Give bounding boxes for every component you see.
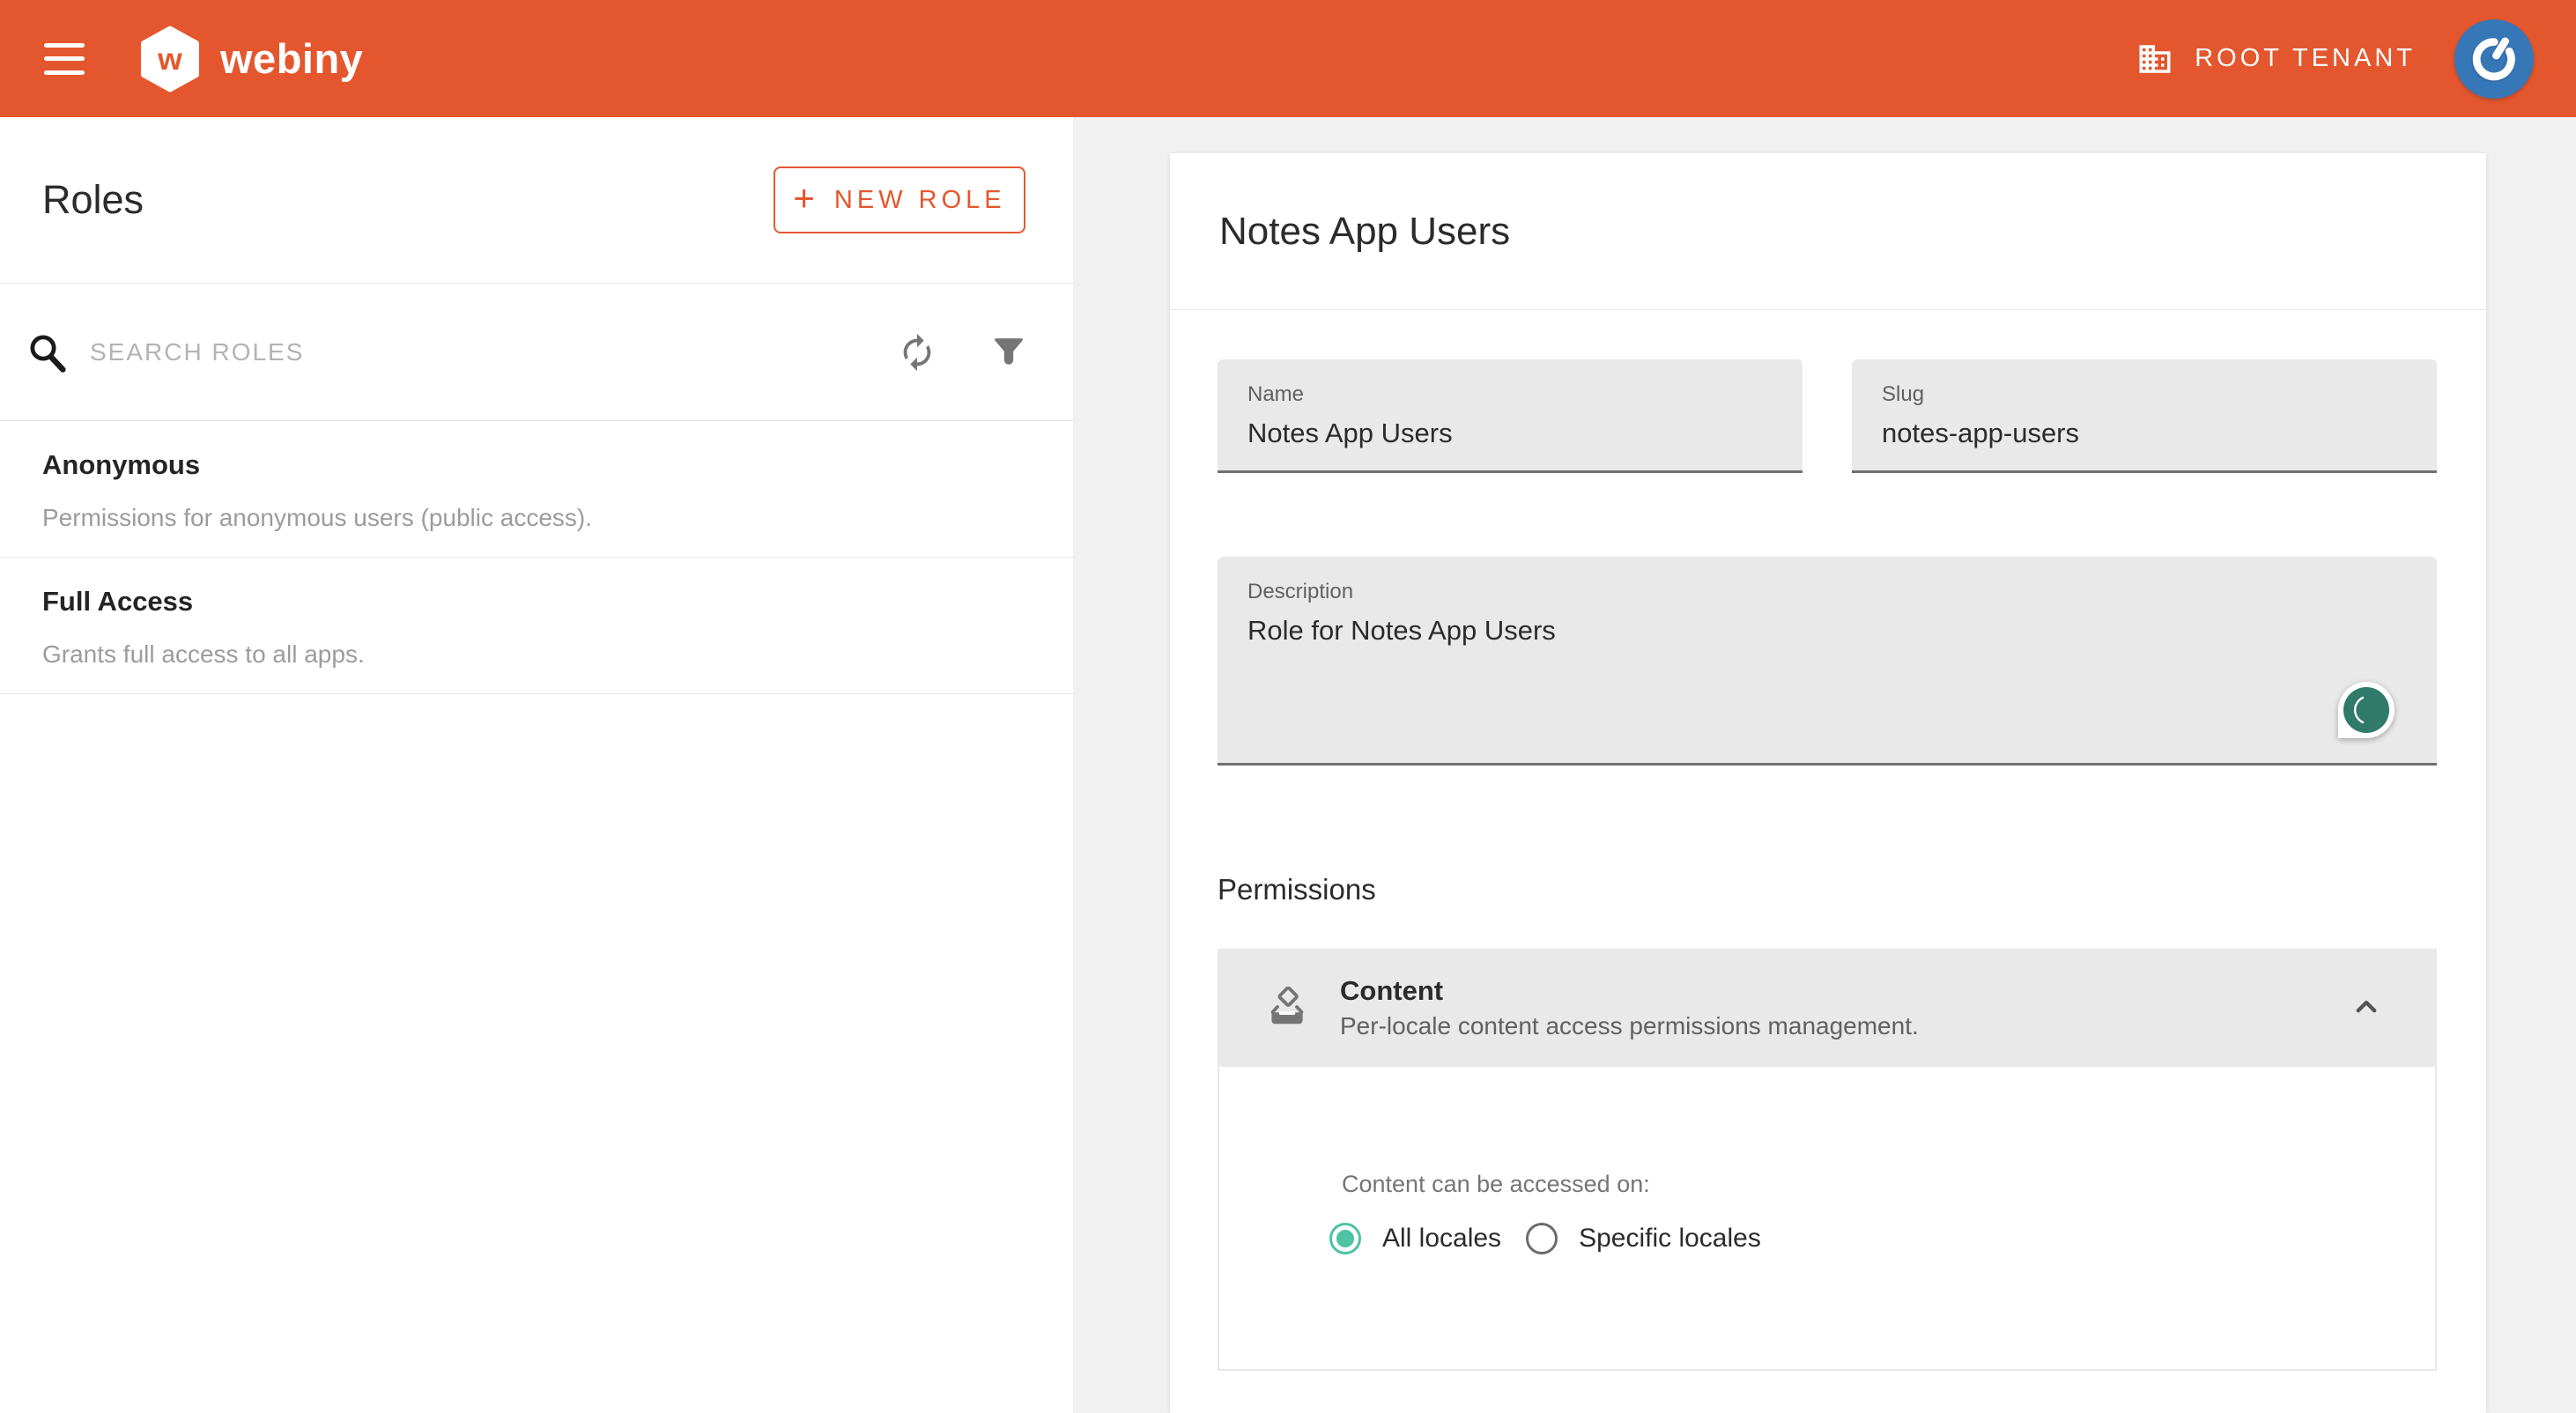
slug-field-label: Slug — [1882, 382, 2407, 407]
tenant-label: ROOT TENANT — [2195, 44, 2416, 73]
permissions-heading: Permissions — [1218, 873, 2437, 906]
search-icon — [25, 329, 70, 375]
role-detail-header: Notes App Users — [1170, 153, 2486, 310]
filter-button[interactable] — [988, 332, 1029, 373]
role-list-item-full-access[interactable]: Full Access Grants full access to all ap… — [0, 558, 1073, 694]
collapse-section-button[interactable] — [2349, 989, 2384, 1027]
name-field[interactable]: Name — [1218, 359, 1802, 473]
slug-input[interactable] — [1882, 418, 2407, 449]
roles-list-panel: Roles + NEW ROLE — [0, 117, 1073, 1413]
building-icon — [2136, 41, 2173, 78]
radio-specific-locales-label: Specific locales — [1579, 1224, 1761, 1254]
app-root: w webiny ROOT TENANT Roles + NEW ROLE — [0, 0, 2576, 1413]
role-detail-card: Notes App Users Name Slug Description Ro… — [1170, 153, 2486, 1413]
chevron-up-icon — [2349, 989, 2384, 1025]
radio-specific-locales-circle — [1526, 1223, 1558, 1254]
new-role-button[interactable]: + NEW ROLE — [774, 166, 1025, 233]
content-section-title: Content — [1340, 975, 1919, 1007]
role-description: Grants full access to all apps. — [42, 640, 1031, 669]
locale-access-radio-group: All locales Specific locales — [1329, 1223, 2435, 1254]
search-input[interactable] — [90, 338, 897, 366]
svg-text:w: w — [157, 41, 182, 76]
plus-icon: + — [793, 180, 815, 217]
radio-all-locales[interactable]: All locales — [1329, 1223, 1501, 1254]
roles-list: Anonymous Permissions for anonymous user… — [0, 421, 1073, 694]
page-title: Roles — [42, 177, 144, 223]
tenant-selector[interactable]: ROOT TENANT — [2136, 41, 2416, 78]
power-icon — [2456, 21, 2531, 96]
role-name: Full Access — [42, 586, 1031, 618]
content-section-subtitle: Per-locale content access permissions ma… — [1340, 1012, 1919, 1040]
search-bar — [0, 284, 1073, 421]
refresh-icon — [897, 332, 937, 373]
content-permissions-accordion: Content Per-locale content access permis… — [1218, 949, 2437, 1371]
slug-field[interactable]: Slug — [1852, 359, 2437, 473]
radio-specific-locales[interactable]: Specific locales — [1526, 1223, 1761, 1254]
role-detail-title: Notes App Users — [1219, 210, 1510, 254]
content-ballot-icon — [1266, 987, 1308, 1029]
filter-icon — [988, 332, 1029, 373]
description-field[interactable]: Description Role for Notes App Users — [1218, 557, 2437, 766]
role-description: Permissions for anonymous users (public … — [42, 504, 1031, 532]
roles-panel-header: Roles + NEW ROLE — [0, 117, 1073, 284]
name-field-label: Name — [1247, 382, 1773, 407]
presence-cursor-arc — [2343, 687, 2389, 733]
brand-wordmark: webiny — [220, 34, 363, 83]
role-list-item-anonymous[interactable]: Anonymous Permissions for anonymous user… — [0, 421, 1073, 558]
role-form: Name Slug Description Role for Notes App… — [1170, 310, 2486, 1371]
name-input[interactable] — [1247, 418, 1773, 449]
webiny-hexagon-icon: w — [137, 24, 203, 94]
radio-all-locales-label: All locales — [1382, 1224, 1501, 1254]
description-field-label: Description — [1247, 580, 2407, 604]
content-accordion-header[interactable]: Content Per-locale content access permis… — [1218, 949, 2437, 1067]
role-name: Anonymous — [42, 449, 1031, 481]
content-accordion-body: Content can be accessed on: All locales … — [1218, 1067, 2437, 1371]
refresh-button[interactable] — [897, 332, 937, 373]
role-detail-area: Notes App Users Name Slug Description Ro… — [1073, 117, 2576, 1413]
new-role-button-label: NEW ROLE — [834, 186, 1006, 215]
avatar-button[interactable] — [2454, 19, 2534, 99]
access-scope-label: Content can be accessed on: — [1342, 1171, 2435, 1198]
presence-cursor-indicator — [2338, 682, 2395, 738]
description-input[interactable]: Role for Notes App Users — [1247, 615, 2407, 747]
radio-all-locales-circle — [1329, 1223, 1361, 1254]
webiny-logo[interactable]: w webiny — [137, 24, 363, 94]
topbar: w webiny ROOT TENANT — [0, 0, 2576, 117]
hamburger-menu-icon[interactable] — [44, 43, 85, 75]
